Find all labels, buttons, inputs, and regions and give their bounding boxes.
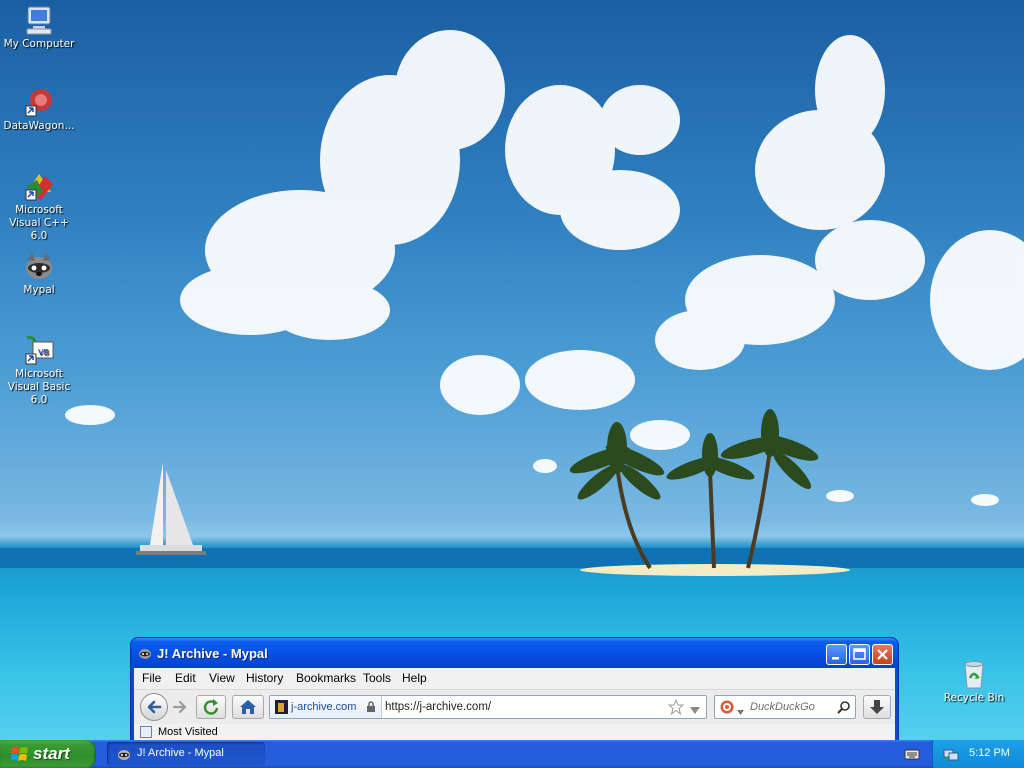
my-computer-icon — [23, 4, 55, 36]
search-placeholder: DuckDuckGo — [750, 701, 815, 713]
browser-client-area: File Edit View History Bookmarks Tools H… — [134, 668, 895, 740]
window-title: J! Archive - Mypal — [157, 646, 268, 661]
menu-file[interactable]: File — [142, 671, 161, 685]
desktop-icon-my-computer[interactable]: My Computer — [0, 4, 78, 51]
maximize-button[interactable] — [849, 644, 870, 665]
menu-bar: File Edit View History Bookmarks Tools H… — [134, 668, 895, 688]
search-bar[interactable]: DuckDuckGo — [714, 695, 856, 719]
home-button[interactable] — [232, 695, 264, 719]
bookmarks-toolbar: Most Visited — [134, 724, 895, 740]
navigation-toolbar: j-archive.com https://j-archive.com/ Duc… — [134, 689, 895, 724]
desktop-icon-label: Mypal — [23, 284, 55, 296]
url-dropdown-icon[interactable] — [690, 704, 700, 717]
url-bar[interactable]: j-archive.com https://j-archive.com/ — [269, 695, 707, 719]
lock-icon — [366, 701, 376, 716]
home-icon — [240, 700, 256, 714]
menu-history[interactable]: History — [246, 671, 283, 685]
desktop-icon-datawagon[interactable]: DataWagon... — [0, 86, 78, 133]
mypal-icon — [117, 747, 131, 764]
download-arrow-icon — [870, 700, 884, 714]
menu-edit[interactable]: Edit — [175, 671, 196, 685]
close-icon — [877, 649, 888, 660]
beach-wallpaper-image — [0, 30, 1024, 576]
browser-window[interactable]: J! Archive - Mypal File Edit View Histor… — [131, 638, 898, 740]
menu-tools[interactable]: Tools — [363, 671, 391, 685]
forward-button[interactable] — [170, 698, 190, 716]
minimize-button[interactable] — [826, 644, 847, 665]
taskbar-item-mypal[interactable]: J! Archive - Mypal — [107, 742, 265, 765]
maximize-icon — [853, 648, 866, 660]
bookmark-star-icon[interactable] — [667, 698, 685, 718]
visual-cpp-icon — [23, 170, 55, 202]
minimize-icon — [832, 657, 839, 660]
duckduckgo-icon[interactable] — [720, 700, 734, 717]
start-button[interactable]: start — [0, 740, 96, 768]
search-icon[interactable] — [837, 700, 851, 717]
desktop-icon-label: My Computer — [3, 38, 75, 50]
close-button[interactable] — [872, 644, 893, 665]
back-arrow-icon — [147, 700, 162, 714]
recycle-bin-icon — [958, 658, 990, 690]
reload-icon — [203, 699, 219, 715]
site-identity-button[interactable]: j-archive.com — [270, 696, 382, 718]
desktop-wallpaper: My Computer DataWagon... Microsoft Visua… — [0, 0, 1024, 740]
desktop-icon-label: DataWagon... — [3, 120, 75, 132]
desktop-icon-label: Microsoft Visual Basic 6.0 — [7, 368, 71, 406]
bookmark-most-visited[interactable]: Most Visited — [158, 726, 218, 738]
start-label: start — [33, 744, 70, 763]
forward-arrow-icon — [172, 700, 187, 714]
search-engine-dropdown-icon[interactable] — [737, 705, 744, 718]
title-bar[interactable]: J! Archive - Mypal — [131, 638, 898, 668]
site-identity-domain: j-archive.com — [291, 701, 357, 713]
menu-view[interactable]: View — [209, 671, 235, 685]
desktop-icon-mypal[interactable]: Mypal — [0, 250, 78, 297]
menu-help[interactable]: Help — [402, 671, 427, 685]
network-icon[interactable] — [943, 746, 959, 765]
reload-button[interactable] — [196, 695, 226, 719]
datawagon-icon — [23, 86, 55, 118]
bookmark-folder-icon — [140, 726, 152, 738]
windows-logo-icon — [10, 746, 29, 766]
desktop-icon-label: Microsoft Visual C++ 6.0 — [9, 204, 69, 242]
keyboard-icon[interactable] — [904, 747, 920, 764]
desktop-icon-label: Recycle Bin — [943, 692, 1005, 704]
svg-text:VB: VB — [38, 348, 49, 357]
site-favicon-icon — [275, 700, 288, 714]
mypal-icon — [23, 250, 55, 282]
desktop-icon-visual-basic[interactable]: VB Microsoft Visual Basic 6.0 — [0, 334, 78, 407]
back-button[interactable] — [140, 693, 168, 721]
desktop-icon-visual-cpp[interactable]: Microsoft Visual C++ 6.0 — [0, 170, 78, 243]
visual-basic-icon: VB — [23, 334, 55, 366]
taskbar-item-label: J! Archive - Mypal — [137, 747, 224, 759]
taskbar: start J! Archive - Mypal 5:12 PM — [0, 740, 1024, 768]
system-tray: 5:12 PM — [932, 740, 1024, 768]
url-text: https://j-archive.com/ — [385, 701, 492, 713]
clock: 5:12 PM — [969, 747, 1010, 759]
downloads-button[interactable] — [863, 695, 891, 719]
mypal-icon — [138, 646, 152, 660]
menu-bookmarks[interactable]: Bookmarks — [296, 671, 356, 685]
desktop-icon-recycle-bin[interactable]: Recycle Bin — [935, 658, 1013, 705]
